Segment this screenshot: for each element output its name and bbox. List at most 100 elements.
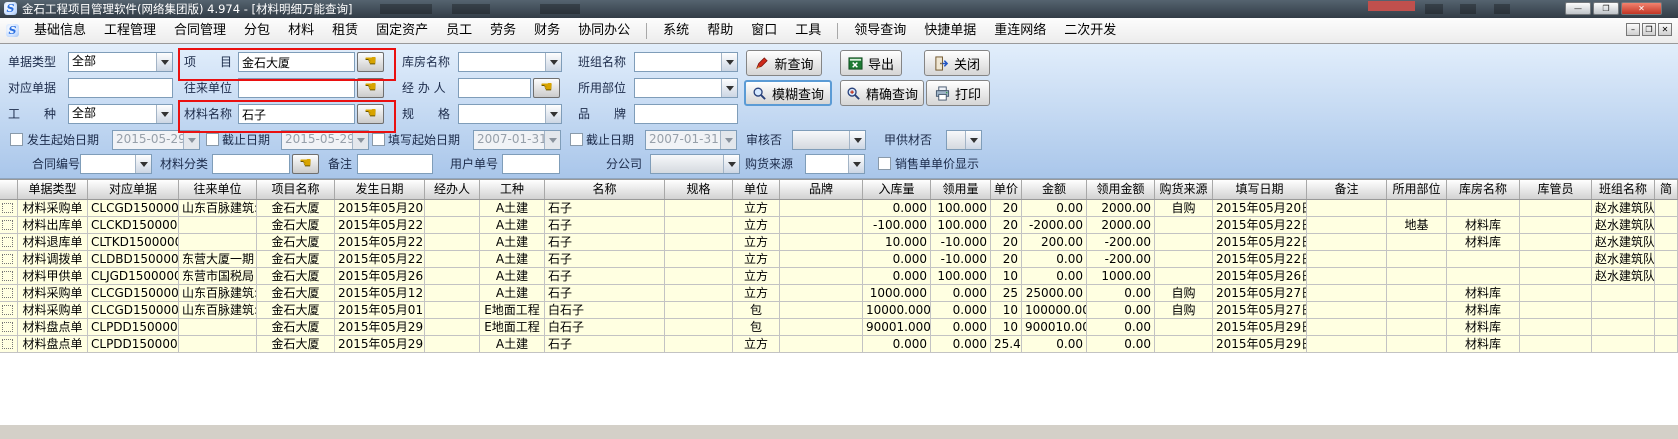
minimize-button[interactable]: — [1565, 2, 1591, 15]
occur-start-date-select[interactable]: 2015-05-29 [112, 130, 200, 150]
menu-item[interactable]: 财务 [525, 18, 569, 43]
project-input[interactable] [238, 52, 355, 72]
table-row[interactable]: 材料盘点单CLPDD150000001金石大厦2015年05月29日E地面工程白… [0, 319, 1678, 336]
column-header[interactable]: 所用部位 [1387, 180, 1447, 199]
menu-item[interactable]: 材料 [279, 18, 323, 43]
occur-end-date-select[interactable]: 2015-05-29 [281, 130, 369, 150]
menu-item[interactable]: 协同办公 [569, 18, 639, 43]
fill-end-date-select[interactable]: 2007-01-31 [645, 130, 737, 150]
column-header[interactable]: 班组名称 [1592, 180, 1655, 199]
column-header[interactable]: 发生日期 [335, 180, 425, 199]
column-header[interactable]: 库房名称 [1447, 180, 1520, 199]
fuzzy-query-button[interactable]: 模糊查询 [744, 80, 832, 106]
menu-item[interactable]: 工具 [786, 18, 830, 43]
brand-input[interactable] [634, 104, 738, 124]
partner-input[interactable] [238, 78, 355, 98]
close-window-button[interactable]: 关闭 [924, 50, 990, 76]
column-header[interactable]: 金额 [1022, 180, 1087, 199]
material-name-picker-button[interactable]: ☚ [357, 104, 384, 124]
menu-item[interactable]: 合同管理 [165, 18, 235, 43]
menu-item[interactable]: 劳务 [481, 18, 525, 43]
column-header[interactable]: 品牌 [780, 180, 863, 199]
print-button[interactable]: 打印 [926, 80, 990, 106]
menu-item[interactable]: 领导查询 [845, 18, 915, 43]
owner-material-select[interactable] [946, 130, 982, 150]
export-button[interactable]: 导出 [840, 50, 902, 76]
column-header[interactable]: 领用金额 [1087, 180, 1155, 199]
row-selector[interactable] [0, 234, 18, 250]
exact-query-button[interactable]: 精确查询 [840, 80, 924, 106]
column-header[interactable]: 单据类型 [18, 180, 88, 199]
menu-item[interactable]: 二次开发 [1055, 18, 1125, 43]
menu-item[interactable]: 分包 [235, 18, 279, 43]
used-part-select[interactable] [634, 78, 738, 98]
warehouse-select[interactable] [458, 52, 562, 72]
table-row[interactable]: 材料甲供单CLJGD150000001东营市国税局金石大厦2015年05月26日… [0, 268, 1678, 285]
row-selector[interactable] [0, 336, 18, 352]
mdi-minimize-button[interactable]: – [1626, 23, 1640, 36]
row-selector[interactable] [0, 285, 18, 301]
contract-no-select[interactable] [80, 154, 152, 174]
column-header[interactable]: 简 [1655, 180, 1678, 199]
column-header[interactable]: 对应单据 [88, 180, 179, 199]
column-header[interactable]: 购货来源 [1155, 180, 1213, 199]
audited-select[interactable] [792, 130, 866, 150]
close-button[interactable]: ✕ [1621, 2, 1662, 15]
row-selector[interactable] [0, 302, 18, 318]
column-header[interactable] [0, 180, 18, 199]
material-name-input[interactable] [238, 104, 355, 124]
row-selector[interactable] [0, 319, 18, 335]
spec-select[interactable] [458, 104, 562, 124]
material-class-picker-button[interactable]: ☚ [292, 154, 319, 174]
column-header[interactable]: 规格 [665, 180, 733, 199]
bill-type-select[interactable]: 全部 [68, 52, 173, 72]
handler-picker-button[interactable]: ☚ [533, 78, 560, 98]
row-selector[interactable] [0, 251, 18, 267]
partner-picker-button[interactable]: ☚ [357, 78, 384, 98]
handler-input[interactable] [458, 78, 531, 98]
remark-input[interactable] [357, 154, 433, 174]
column-header[interactable]: 备注 [1307, 180, 1387, 199]
purchase-source-select[interactable] [805, 154, 865, 174]
work-type-select[interactable]: 全部 [68, 104, 173, 124]
table-row[interactable]: 材料采购单CLCGD150000004山东百脉建筑:金石大厦2015年05月12… [0, 285, 1678, 302]
fill-start-date-checkbox[interactable] [372, 133, 385, 146]
menu-item[interactable]: 工程管理 [95, 18, 165, 43]
column-header[interactable]: 库管员 [1520, 180, 1592, 199]
column-header[interactable]: 单位 [733, 180, 780, 199]
table-row[interactable]: 材料采购单CLCGD150000005山东百脉建筑:金石大厦2015年05月01… [0, 302, 1678, 319]
column-header[interactable]: 名称 [545, 180, 665, 199]
fill-start-date-select[interactable]: 2007-01-31 [473, 130, 561, 150]
user-bill-no-input[interactable] [502, 154, 560, 174]
restore-button[interactable]: ❐ [1593, 2, 1619, 15]
project-picker-button[interactable]: ☚ [357, 52, 384, 72]
row-selector[interactable] [0, 217, 18, 233]
row-selector[interactable] [0, 200, 18, 216]
column-header[interactable]: 单价 [991, 180, 1022, 199]
occur-start-date-checkbox[interactable] [10, 133, 23, 146]
column-header[interactable]: 填写日期 [1213, 180, 1307, 199]
menu-item[interactable]: 帮助 [698, 18, 742, 43]
column-header[interactable]: 经办人 [425, 180, 480, 199]
column-header[interactable]: 项目名称 [257, 180, 335, 199]
menu-item[interactable]: 租赁 [323, 18, 367, 43]
menu-item[interactable]: 重连网络 [985, 18, 1055, 43]
menu-item[interactable]: 固定资产 [367, 18, 437, 43]
column-header[interactable]: 领用量 [931, 180, 991, 199]
occur-end-date-checkbox[interactable] [206, 133, 219, 146]
column-header[interactable]: 入库量 [863, 180, 931, 199]
sale-price-display-checkbox[interactable] [878, 157, 891, 170]
related-bill-input[interactable] [68, 78, 173, 98]
column-header[interactable]: 工种 [480, 180, 545, 199]
new-query-button[interactable]: 新查询 [746, 50, 822, 76]
menu-item[interactable]: 快捷单据 [915, 18, 985, 43]
mdi-close-button[interactable]: ✕ [1658, 23, 1672, 36]
column-header[interactable]: 往来单位 [179, 180, 257, 199]
table-row[interactable]: 材料盘点单CLPDD150000001金石大厦2015年05月29日A土建石子立… [0, 336, 1678, 353]
material-class-input[interactable] [212, 154, 290, 174]
table-row[interactable]: 材料采购单CLCGD150000001山东百脉建筑:金石大厦2015年05月20… [0, 200, 1678, 217]
table-row[interactable]: 材料退库单CLTKD150000001金石大厦2015年05月22日A土建石子立… [0, 234, 1678, 251]
row-selector[interactable] [0, 268, 18, 284]
table-row[interactable]: 材料出库单CLCKD150000001金石大厦2015年05月22日A土建石子立… [0, 217, 1678, 234]
table-row[interactable]: 材料调拨单CLDBD150000001东营大厦一期金石大厦2015年05月22日… [0, 251, 1678, 268]
